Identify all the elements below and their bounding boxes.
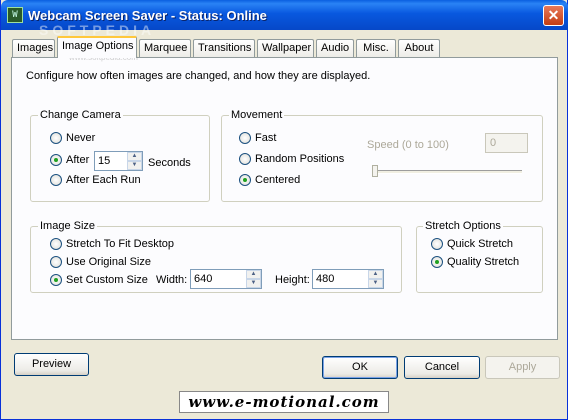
radio-button[interactable]	[50, 174, 62, 186]
tab-image-options[interactable]: Image Options	[57, 36, 137, 58]
radio-button[interactable]	[239, 153, 251, 165]
radio-after-label: After	[66, 154, 90, 166]
apply-button[interactable]: Apply	[485, 356, 560, 379]
webcam-app-icon: W	[7, 7, 23, 23]
spin-down-icon[interactable]: ▼	[246, 279, 261, 288]
tab-images[interactable]: Images	[12, 39, 55, 58]
tab-audio[interactable]: Audio	[316, 39, 354, 58]
width-stepper[interactable]: 640 ▲ ▼	[190, 269, 262, 289]
window-title: Webcam Screen Saver - Status: Online	[28, 8, 267, 23]
tab-marquee[interactable]: Marquee	[139, 39, 191, 58]
radio-random-label: Random Positions	[255, 153, 345, 165]
radio-original-label: Use Original Size	[66, 256, 151, 268]
radio-fast-label: Fast	[255, 132, 277, 144]
radio-button[interactable]	[50, 256, 62, 268]
radio-button-selected[interactable]	[239, 174, 251, 186]
preview-button[interactable]: Preview	[14, 353, 89, 376]
stretch-options-title: Stretch Options	[423, 220, 503, 232]
radio-never-label: Never	[66, 132, 96, 144]
close-icon: ✕	[547, 7, 560, 23]
image-size-title: Image Size	[38, 220, 98, 232]
radio-button-selected[interactable]	[50, 154, 62, 166]
spin-up-icon[interactable]: ▲	[368, 270, 383, 279]
after-seconds-stepper[interactable]: 15 ▲ ▼	[94, 151, 143, 171]
ok-button[interactable]: OK	[322, 356, 398, 379]
height-value[interactable]: 480	[316, 273, 334, 285]
spin-down-icon[interactable]: ▼	[368, 279, 383, 288]
tab-wallpaper[interactable]: Wallpaper	[257, 39, 314, 58]
radio-button-selected[interactable]	[50, 274, 62, 286]
radio-quality-label: Quality Stretch	[447, 256, 520, 268]
close-button[interactable]: ✕	[543, 5, 564, 26]
radio-quick-label: Quick Stretch	[447, 238, 514, 250]
height-label: Height:	[275, 274, 310, 286]
spin-up-icon[interactable]: ▲	[127, 152, 142, 161]
speed-label: Speed (0 to 100)	[367, 139, 449, 151]
radio-stretch-label: Stretch To Fit Desktop	[66, 238, 175, 250]
website-banner[interactable]: www.e-motional.com	[179, 391, 389, 413]
height-stepper[interactable]: 480 ▲ ▼	[312, 269, 384, 289]
change-camera-title: Change Camera	[38, 109, 123, 121]
radio-after-each-run-label: After Each Run	[66, 174, 141, 186]
main-window: W Webcam Screen Saver - Status: Online S…	[0, 0, 568, 420]
speed-value[interactable]: 0	[490, 137, 496, 149]
tab-about[interactable]: About	[398, 39, 440, 58]
spin-up-icon[interactable]: ▲	[246, 270, 261, 279]
tab-transitions[interactable]: Transitions	[193, 39, 255, 58]
title-bar[interactable]: W Webcam Screen Saver - Status: Online S…	[1, 0, 568, 38]
radio-button[interactable]	[50, 238, 62, 250]
speed-slider-thumb[interactable]	[372, 165, 378, 177]
intro-text: Configure how often images are changed, …	[26, 70, 371, 82]
radio-button[interactable]	[239, 132, 251, 144]
radio-button[interactable]	[431, 238, 443, 250]
radio-centered-label: Centered	[255, 174, 301, 186]
speed-slider-track[interactable]	[374, 170, 522, 174]
width-label: Width:	[156, 274, 188, 286]
speed-input[interactable]: 0	[485, 133, 528, 153]
radio-button-selected[interactable]	[431, 256, 443, 268]
width-value[interactable]: 640	[194, 273, 212, 285]
radio-button[interactable]	[50, 132, 62, 144]
spin-down-icon[interactable]: ▼	[127, 161, 142, 170]
seconds-label: Seconds	[148, 157, 191, 169]
tab-misc[interactable]: Misc.	[356, 39, 396, 58]
movement-title: Movement	[229, 109, 285, 121]
after-seconds-value[interactable]: 15	[98, 155, 110, 167]
radio-custom-label: Set Custom Size	[66, 274, 148, 286]
cancel-button[interactable]: Cancel	[404, 356, 480, 379]
